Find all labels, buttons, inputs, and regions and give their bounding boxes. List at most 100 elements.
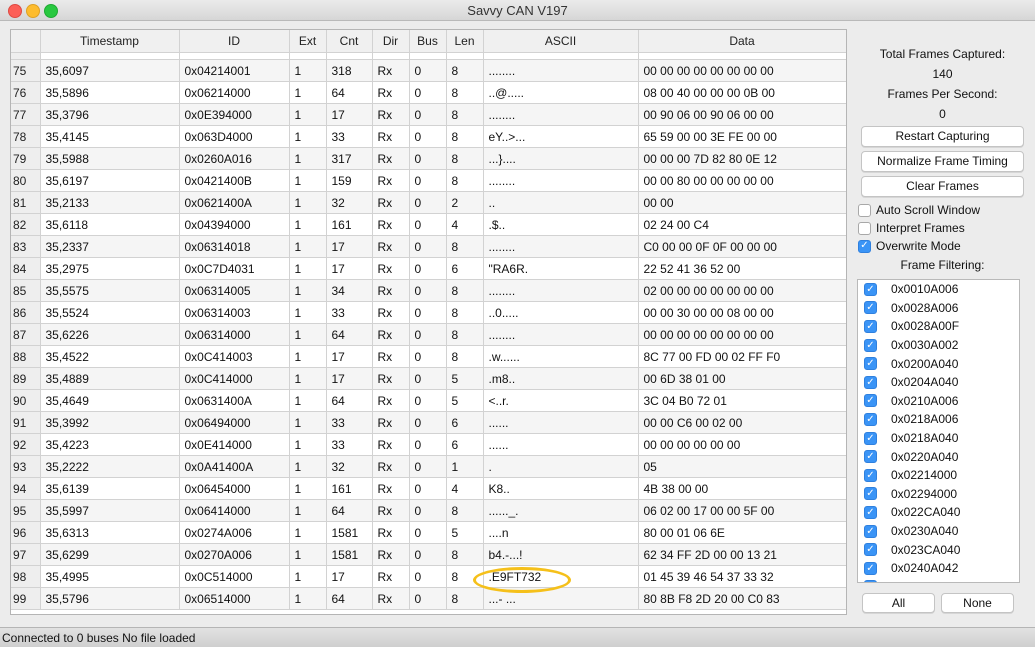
row-number[interactable]: 90: [11, 389, 41, 412]
row-number[interactable]: 78: [11, 125, 41, 148]
checkbox-checked-icon[interactable]: ✓: [864, 394, 877, 408]
table-row[interactable]: 88 35,4522 0x0C414003 1 17 Rx 0 8 .w...... 8C 77 …: [11, 345, 846, 368]
cell-cnt[interactable]: 64: [326, 587, 373, 610]
cell-data[interactable]: 06 02 00 17 00 00 5F 00: [638, 499, 846, 522]
cell-cnt[interactable]: 33: [326, 411, 373, 434]
cell-data[interactable]: 00 00 00 00 00 00 00 00: [638, 323, 846, 346]
row-number[interactable]: 83: [11, 235, 41, 258]
cell-ext[interactable]: 1: [289, 279, 327, 302]
cell-id[interactable]: 0x0C7D4031: [179, 257, 290, 280]
cell-cnt[interactable]: 159: [326, 169, 373, 192]
checkbox-checked-icon[interactable]: ✓: [864, 524, 877, 538]
cell-len[interactable]: 8: [446, 323, 484, 346]
cell-dir[interactable]: Rx: [372, 565, 410, 588]
cell-cnt[interactable]: 33: [326, 125, 373, 148]
cell-len[interactable]: 5: [446, 521, 484, 544]
clear-frames-button[interactable]: Clear Frames: [861, 176, 1024, 197]
cell-cnt[interactable]: 33: [326, 301, 373, 324]
table-row[interactable]: 80 35,6197 0x0421400B 1 159 Rx 0 8........ 00 00…: [11, 169, 846, 192]
cell-dir[interactable]: Rx: [372, 81, 410, 104]
cell-id[interactable]: 0x06314003: [179, 301, 290, 324]
cell-len[interactable]: 6: [446, 433, 484, 456]
cell-timestamp[interactable]: 35,6097: [40, 59, 180, 82]
table-row[interactable]: 76 35,5896 0x06214000 1 64 Rx 0 8 ..@..... 08 00 …: [11, 81, 846, 104]
cell-id[interactable]: 0x06414000: [179, 499, 290, 522]
cell-ascii[interactable]: ........: [483, 59, 639, 82]
cell-timestamp[interactable]: 35,6139: [40, 477, 180, 500]
cell-data[interactable]: 00 90 06 00 90 06 00 00: [638, 103, 846, 126]
cell-dir[interactable]: Rx: [372, 301, 410, 324]
cell-id[interactable]: 0x0260A016: [179, 147, 290, 170]
cell-bus[interactable]: 0: [409, 521, 447, 544]
cell-timestamp[interactable]: 35,4223: [40, 433, 180, 456]
column-header-ext[interactable]: Ext: [289, 30, 327, 53]
cell-bus[interactable]: 0: [409, 257, 447, 280]
cell-len[interactable]: 6: [446, 257, 484, 280]
cell-len[interactable]: 8: [446, 279, 484, 302]
cell-cnt[interactable]: 17: [326, 103, 373, 126]
cell-data[interactable]: 22 52 41 36 52 00: [638, 257, 846, 280]
cell-bus[interactable]: 0: [409, 301, 447, 324]
cell-data[interactable]: 80 00 01 06 6E: [638, 521, 846, 544]
filter-item[interactable]: ✓ 0x0250A042: [858, 578, 1019, 582]
interpret-frames-checkbox[interactable]: Interpret Frames: [850, 219, 1035, 237]
row-number[interactable]: 80: [11, 169, 41, 192]
cell-ascii[interactable]: ..0.....: [483, 301, 639, 324]
cell-timestamp[interactable]: 35,4649: [40, 389, 180, 412]
cell-len[interactable]: 8: [446, 81, 484, 104]
cell-data[interactable]: 4B 38 00 00: [638, 477, 846, 500]
table-row[interactable]: 97 35,6299 0x0270A006 1 1581 Rx 0 8 b4.-...! 62 3…: [11, 543, 846, 566]
cell-id[interactable]: 0x0C414003: [179, 345, 290, 368]
cell-len[interactable]: 8: [446, 125, 484, 148]
cell-timestamp[interactable]: 35,5896: [40, 81, 180, 104]
cell-ext[interactable]: 1: [289, 301, 327, 324]
cell-ext[interactable]: 1: [289, 367, 327, 390]
table-row[interactable]: 75 35,6097 0x04214001 1 318 Rx 0 8........ 00 00…: [11, 59, 846, 82]
row-number[interactable]: 93: [11, 455, 41, 478]
row-number[interactable]: 88: [11, 345, 41, 368]
cell-ascii[interactable]: .: [483, 455, 639, 478]
cell-ext[interactable]: 1: [289, 499, 327, 522]
cell-timestamp[interactable]: 35,4145: [40, 125, 180, 148]
row-number[interactable]: 94: [11, 477, 41, 500]
column-header-bus[interactable]: Bus: [409, 30, 447, 53]
restart-capturing-button[interactable]: Restart Capturing: [861, 126, 1024, 147]
cell-timestamp[interactable]: 35,2222: [40, 455, 180, 478]
cell-bus[interactable]: 0: [409, 367, 447, 390]
row-number[interactable]: 87: [11, 323, 41, 346]
checkbox-checked-icon[interactable]: ✓: [864, 431, 877, 445]
cell-dir[interactable]: Rx: [372, 499, 410, 522]
cell-timestamp[interactable]: 35,6118: [40, 213, 180, 236]
cell-len[interactable]: 8: [446, 499, 484, 522]
cell-bus[interactable]: 0: [409, 389, 447, 412]
cell-data[interactable]: 02 00 00 00 00 00 00 00: [638, 279, 846, 302]
cell-len[interactable]: 2: [446, 191, 484, 214]
cell-ext[interactable]: 1: [289, 213, 327, 236]
cell-data[interactable]: 62 34 FF 2D 00 00 13 21: [638, 543, 846, 566]
row-number[interactable]: 92: [11, 433, 41, 456]
row-number[interactable]: 77: [11, 103, 41, 126]
checkbox-checked-icon[interactable]: ✓: [864, 319, 877, 333]
cell-timestamp[interactable]: 35,4995: [40, 565, 180, 588]
cell-data[interactable]: 00 6D 38 01 00: [638, 367, 846, 390]
cell-dir[interactable]: Rx: [372, 191, 410, 214]
column-header-cnt[interactable]: Cnt: [326, 30, 373, 53]
table-row[interactable]: 81 35,2133 0x0621400A 1 32 Rx 0 2.. 00 00: [11, 191, 846, 214]
cell-bus[interactable]: 0: [409, 477, 447, 500]
cell-id[interactable]: 0x04394000: [179, 213, 290, 236]
cell-bus[interactable]: 0: [409, 279, 447, 302]
normalize-frame-timing-button[interactable]: Normalize Frame Timing: [861, 151, 1024, 172]
cell-id[interactable]: 0x0421400B: [179, 169, 290, 192]
filter-item[interactable]: ✓ 0x0200A040: [858, 354, 1019, 373]
cell-bus[interactable]: 0: [409, 323, 447, 346]
checkbox-checked-icon[interactable]: ✓: [864, 505, 877, 519]
cell-data[interactable]: 00 00 C6 00 02 00: [638, 411, 846, 434]
column-header-len[interactable]: Len: [446, 30, 484, 53]
cell-cnt[interactable]: 64: [326, 323, 373, 346]
cell-data[interactable]: 00 00 00 00 00 00: [638, 433, 846, 456]
cell-dir[interactable]: Rx: [372, 125, 410, 148]
cell-timestamp[interactable]: 35,5796: [40, 587, 180, 610]
cell-id[interactable]: 0x0A41400A: [179, 455, 290, 478]
checkbox-checked-icon[interactable]: ✓: [858, 239, 871, 253]
cell-len[interactable]: 8: [446, 103, 484, 126]
